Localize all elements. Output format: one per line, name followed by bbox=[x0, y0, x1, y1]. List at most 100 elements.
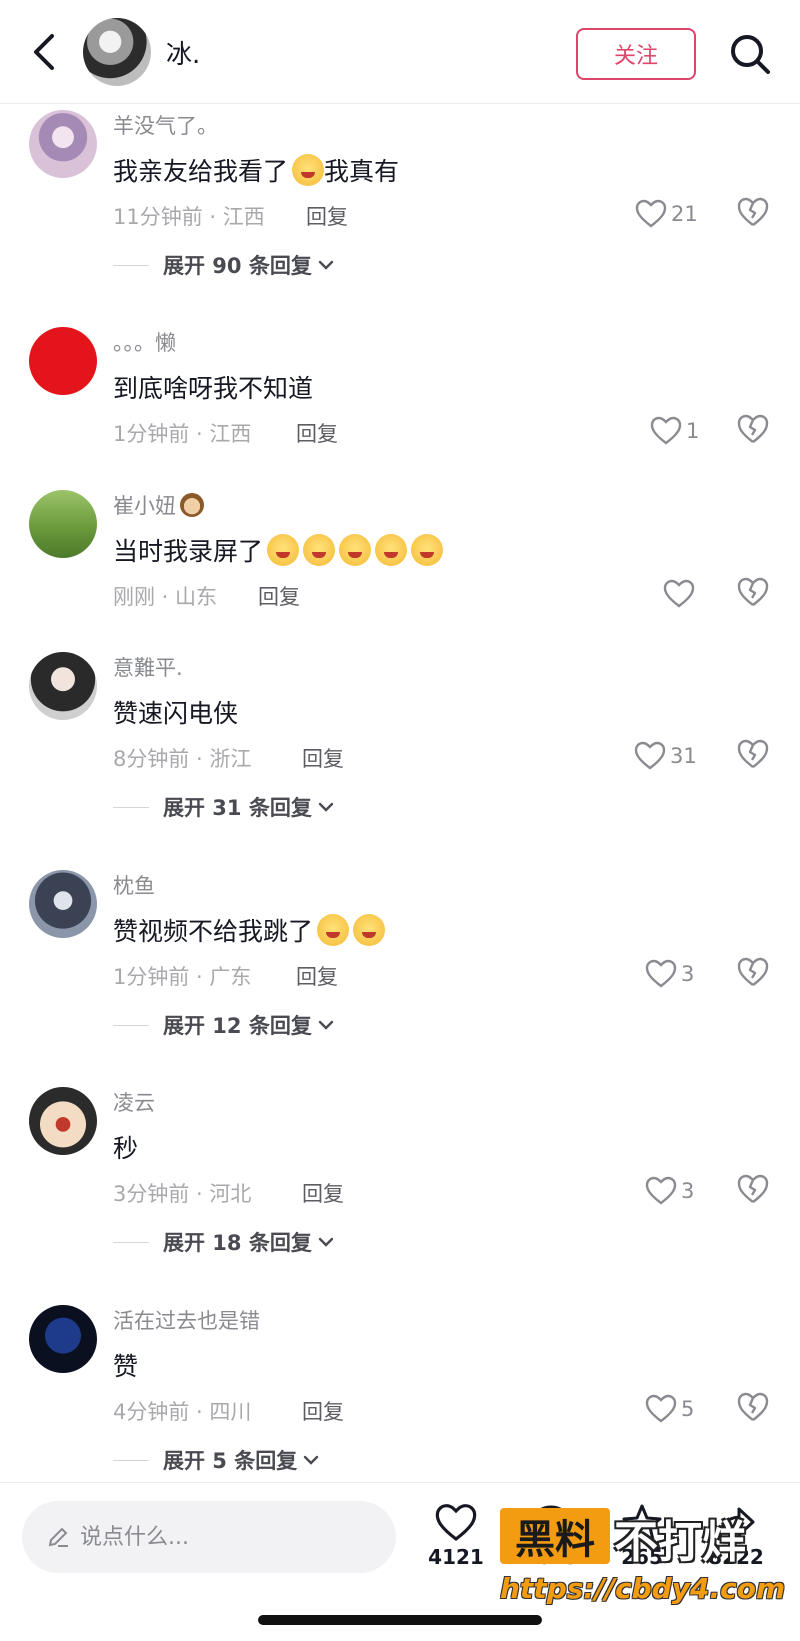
comment-text: 赞速闪电侠 bbox=[113, 699, 239, 728]
reply-button[interactable]: 回复 bbox=[302, 1396, 344, 1426]
comment-input-box[interactable] bbox=[22, 1501, 396, 1573]
user-avatar[interactable] bbox=[29, 110, 97, 178]
reply-button[interactable]: 回复 bbox=[258, 581, 300, 611]
comment-username[interactable]: 凌云 bbox=[113, 1087, 155, 1117]
share-video-button[interactable]: 8222 bbox=[701, 1503, 771, 1569]
user-avatar[interactable] bbox=[29, 327, 97, 395]
divider bbox=[113, 1459, 149, 1461]
chevron-down-icon bbox=[304, 1455, 319, 1465]
comment-text-part: 我真有 bbox=[324, 157, 400, 186]
chevron-down-icon bbox=[318, 1237, 334, 1247]
user-avatar[interactable] bbox=[29, 490, 97, 558]
comment-text-part: 我亲友给我看了 bbox=[113, 157, 289, 186]
chevron-down-icon bbox=[318, 802, 334, 812]
user-avatar[interactable] bbox=[29, 652, 97, 720]
like-video-button[interactable]: 4121 bbox=[421, 1503, 491, 1569]
expand-replies-button[interactable]: 展开 5 条回复 bbox=[113, 1445, 319, 1475]
dislike-button[interactable] bbox=[736, 1391, 770, 1425]
reply-button[interactable]: 回复 bbox=[302, 743, 344, 773]
favorite-video-count: 265 bbox=[621, 1545, 663, 1569]
comment-meta: 1分钟前 · 江西 bbox=[113, 422, 252, 446]
dislike-button[interactable] bbox=[736, 196, 770, 230]
broken-heart-icon bbox=[737, 197, 769, 226]
author-avatar[interactable] bbox=[83, 18, 151, 86]
like-button[interactable] bbox=[663, 576, 699, 612]
user-avatar[interactable] bbox=[29, 870, 97, 938]
comment-bubble-icon bbox=[532, 1505, 570, 1541]
crying-laughing-emoji-icon bbox=[353, 914, 386, 946]
search-button[interactable] bbox=[728, 32, 772, 76]
heart-icon bbox=[663, 579, 695, 608]
broken-heart-icon bbox=[737, 1392, 769, 1421]
reply-button[interactable]: 回复 bbox=[296, 418, 338, 448]
comment-text: 秒 bbox=[113, 1134, 139, 1163]
expand-replies-button[interactable]: 展开 12 条回复 bbox=[113, 1010, 334, 1040]
like-button[interactable]: 3 bbox=[645, 956, 694, 992]
comment-meta: 刚刚 · 山东 bbox=[113, 585, 218, 609]
comment-username[interactable]: 崔小妞 bbox=[113, 490, 204, 520]
comment-username[interactable]: 活在过去也是错 bbox=[113, 1305, 260, 1335]
like-button[interactable]: 3 bbox=[645, 1173, 694, 1209]
pencil-icon bbox=[48, 1527, 68, 1547]
comment-meta: 4分钟前 · 四川 bbox=[113, 1400, 252, 1424]
dislike-button[interactable] bbox=[736, 576, 770, 610]
home-indicator[interactable] bbox=[258, 1615, 542, 1625]
pleading-emoji-icon bbox=[267, 534, 300, 566]
like-button[interactable]: 5 bbox=[645, 1391, 694, 1427]
comment-text: 赞 bbox=[113, 1352, 139, 1381]
comment-text: 赞视频不给我跳了 bbox=[113, 912, 386, 948]
author-name[interactable]: 冰. bbox=[166, 34, 200, 71]
comment-text-part: 赞视频不给我跳了 bbox=[113, 917, 314, 946]
expand-replies-button[interactable]: 展开 18 条回复 bbox=[113, 1227, 334, 1257]
comment-username[interactable]: 羊没气了。 bbox=[113, 110, 218, 140]
reply-button[interactable]: 回复 bbox=[306, 201, 348, 231]
comment-username[interactable]: 枕鱼 bbox=[113, 870, 155, 900]
user-avatar[interactable] bbox=[29, 1087, 97, 1155]
dislike-button[interactable] bbox=[736, 956, 770, 990]
like-button[interactable]: 31 bbox=[634, 738, 697, 774]
reply-button[interactable]: 回复 bbox=[296, 961, 338, 991]
comment-video-count: 1679 bbox=[523, 1545, 579, 1569]
back-button[interactable] bbox=[24, 28, 64, 76]
comment-meta: 3分钟前 · 河北 bbox=[113, 1182, 252, 1206]
favorite-video-button[interactable]: 265 bbox=[607, 1503, 677, 1569]
broken-heart-icon bbox=[737, 739, 769, 768]
like-count: 31 bbox=[670, 744, 697, 768]
expand-replies-button[interactable]: 展开 31 条回复 bbox=[113, 792, 334, 822]
user-avatar[interactable] bbox=[29, 1305, 97, 1373]
like-count: 3 bbox=[681, 962, 695, 986]
comment-text: 当时我录屏了 bbox=[113, 532, 444, 568]
dislike-button[interactable] bbox=[736, 738, 770, 772]
expand-replies-label: 展开 31 条回复 bbox=[163, 796, 312, 820]
thinking-emoji-icon bbox=[375, 534, 408, 566]
divider bbox=[113, 806, 149, 808]
divider bbox=[113, 264, 149, 266]
dislike-button[interactable] bbox=[736, 413, 770, 447]
comment-username-text: 崔小妞 bbox=[113, 494, 176, 518]
expand-replies-button[interactable]: 展开 90 条回复 bbox=[113, 250, 334, 280]
top-bar: 冰. 关注 bbox=[0, 0, 800, 104]
bottom-action-bar: 4121 1679 265 8222 bbox=[0, 1482, 800, 1641]
dislike-button[interactable] bbox=[736, 1173, 770, 1207]
heart-icon bbox=[634, 741, 666, 770]
broken-heart-icon bbox=[737, 957, 769, 986]
expand-replies-label: 展开 90 条回复 bbox=[163, 254, 312, 278]
heart-icon bbox=[645, 1394, 677, 1423]
comment-username[interactable]: 。。。懒 bbox=[113, 327, 176, 357]
heart-icon bbox=[645, 959, 677, 988]
expand-replies-label: 展开 18 条回复 bbox=[163, 1231, 312, 1255]
broken-heart-icon bbox=[737, 1174, 769, 1203]
comment-video-button[interactable]: 1679 bbox=[516, 1503, 586, 1569]
like-button[interactable]: 1 bbox=[650, 413, 699, 449]
comment-input[interactable] bbox=[80, 1524, 360, 1550]
comment-username[interactable]: 意難平. bbox=[113, 652, 183, 682]
follow-button[interactable]: 关注 bbox=[576, 28, 696, 80]
pleading-emoji-icon bbox=[339, 534, 372, 566]
reply-button[interactable]: 回复 bbox=[302, 1178, 344, 1208]
laughing-emoji-icon bbox=[292, 154, 325, 186]
crying-laughing-emoji-icon bbox=[317, 914, 350, 946]
like-count: 3 bbox=[681, 1179, 695, 1203]
comment-text: 我亲友给我看了 我真有 bbox=[113, 152, 399, 188]
heart-icon bbox=[435, 1504, 477, 1542]
like-button[interactable]: 21 bbox=[635, 196, 698, 232]
